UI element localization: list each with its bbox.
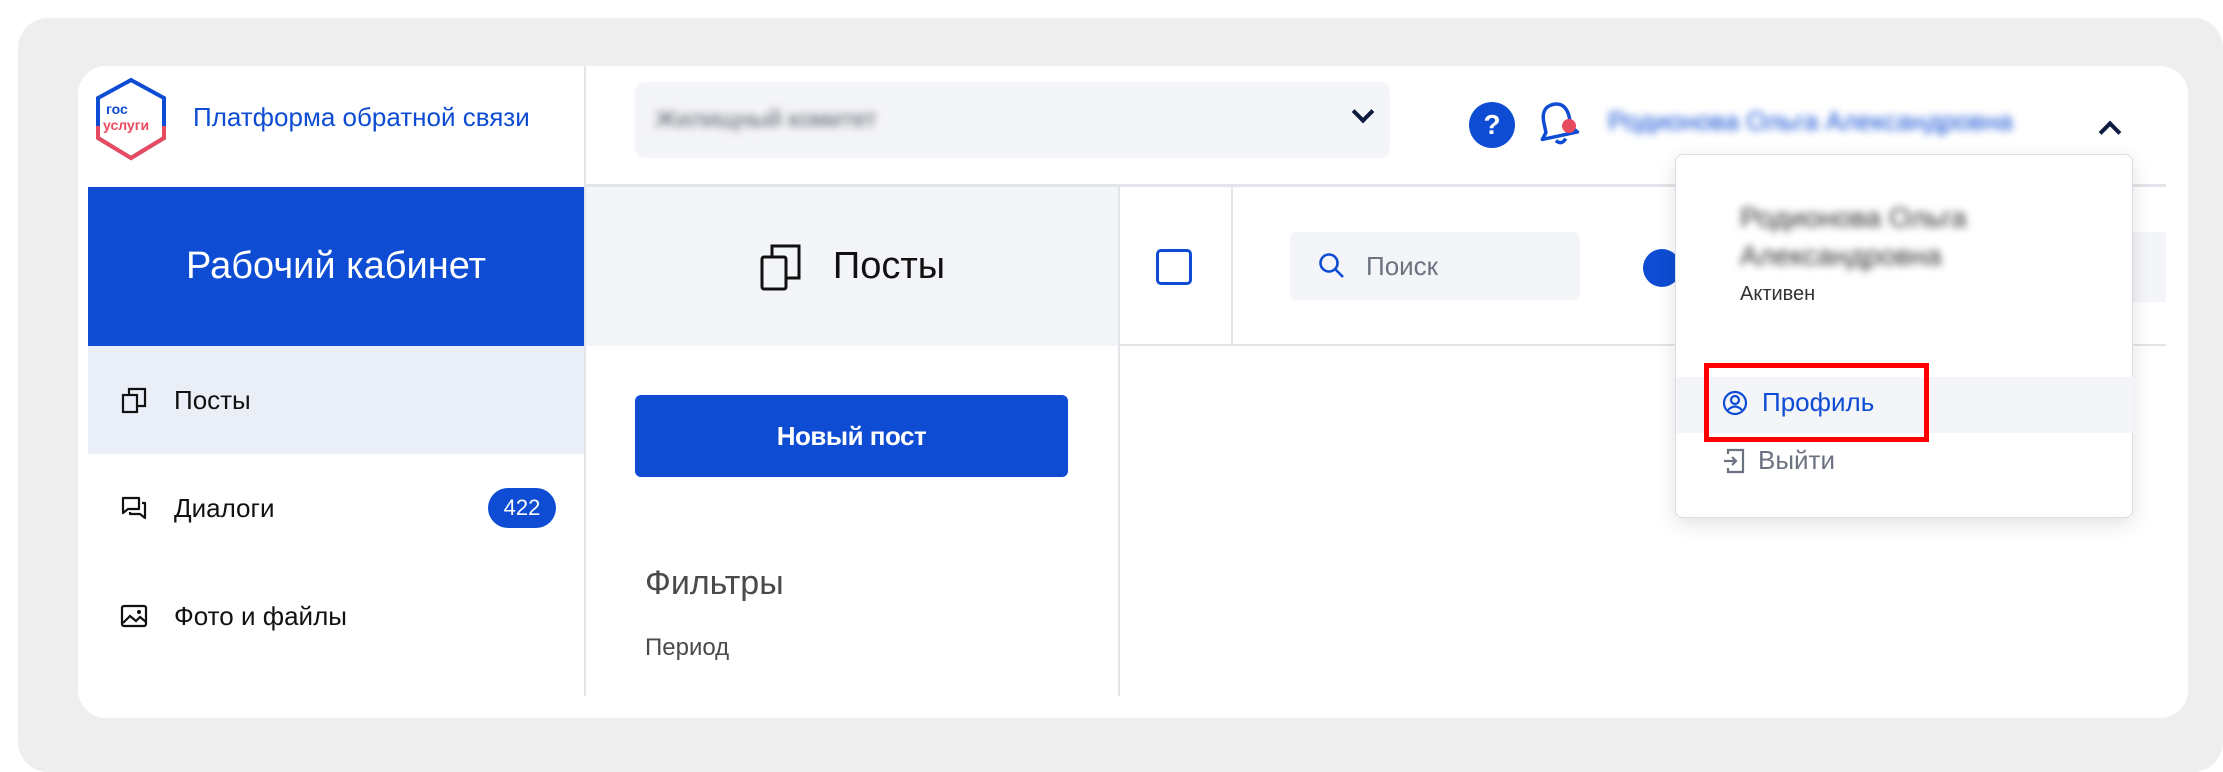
chevron-up-icon[interactable] — [2098, 120, 2122, 144]
chat-icon — [121, 496, 147, 520]
search-input[interactable]: Поиск — [1290, 232, 1580, 300]
sidebar-item-label: Посты — [174, 384, 251, 415]
dialogs-count-badge: 422 — [488, 488, 556, 528]
search-placeholder: Поиск — [1366, 250, 1439, 281]
sidebar-item-posts[interactable]: Посты — [88, 346, 584, 454]
user-name-menu[interactable]: Родионова Ольга Александровна — [1608, 106, 2013, 137]
divider — [1118, 187, 1120, 696]
notifications-bell-icon[interactable] — [1534, 98, 1580, 148]
divider — [584, 66, 586, 696]
logo-line1: гос — [106, 101, 128, 117]
organization-select[interactable]: Жилищный комитет — [635, 82, 1390, 158]
help-icon[interactable]: ? — [1469, 102, 1515, 148]
logout-icon — [1724, 448, 1745, 473]
user-menu-name: Родионова Ольга Александровна — [1740, 202, 1967, 271]
filters-heading: Фильтры — [645, 564, 784, 602]
sidebar-item-photos-files[interactable]: Фото и файлы — [88, 562, 584, 670]
copy-icon — [121, 387, 147, 414]
copy-icon — [760, 244, 801, 290]
organization-select-value: Жилищный комитет — [655, 106, 877, 133]
sidebar-item-label: Диалоги — [174, 492, 275, 523]
sidebar-item-dialogs[interactable]: Диалоги 422 — [88, 454, 584, 562]
user-status: Активен — [1740, 283, 1816, 305]
logo-line2: услуги — [103, 117, 149, 133]
menu-item-label: Выйти — [1758, 445, 1835, 475]
app-title[interactable]: Платформа обратной связи — [193, 102, 530, 133]
menu-item-logout[interactable]: Выйти — [1722, 445, 1835, 476]
posts-title: Посты — [832, 245, 946, 287]
new-post-button[interactable]: Новый пост — [635, 395, 1068, 477]
period-label: Период — [645, 634, 730, 661]
sidebar-item-label: Фото и файлы — [174, 600, 347, 631]
profile-highlight-frame — [1704, 363, 1929, 442]
sidebar-title: Рабочий кабинет — [88, 187, 584, 346]
divider — [1231, 187, 1233, 344]
chevron-down-icon — [1351, 100, 1375, 124]
select-all-checkbox[interactable] — [1156, 249, 1192, 285]
gosuslugi-logo[interactable]: гос услуги — [92, 76, 170, 162]
search-icon — [1319, 253, 1344, 278]
image-icon — [120, 604, 148, 628]
posts-section-header: Посты — [586, 187, 1118, 346]
user-menu-dropdown: Родионова Ольга Александровна Активен Пр… — [1675, 154, 2134, 518]
